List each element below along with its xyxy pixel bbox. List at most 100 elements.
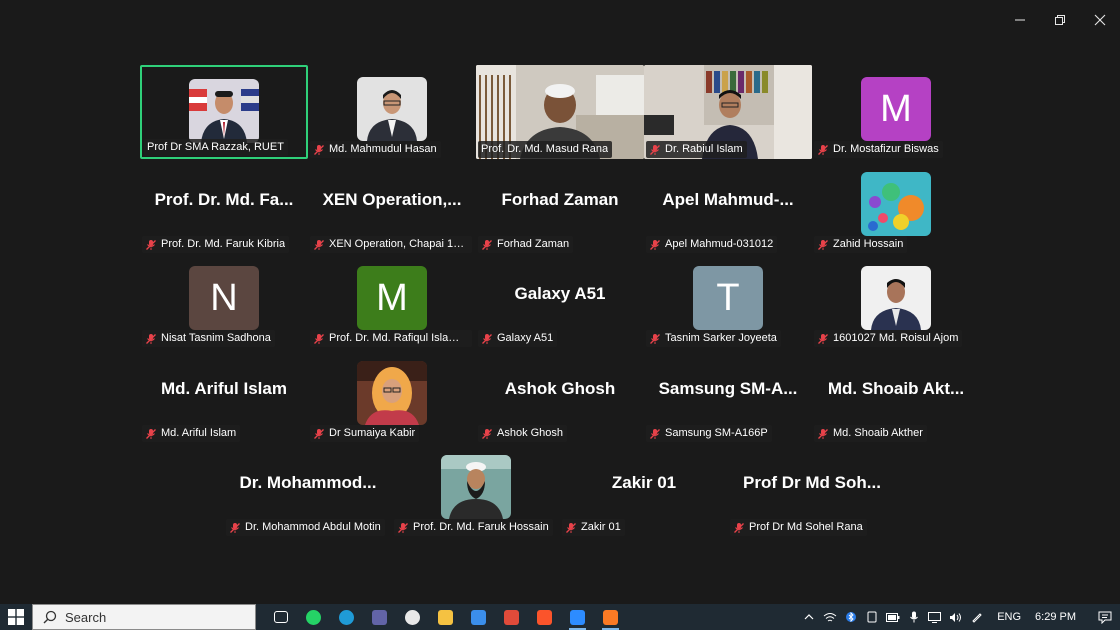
participant-tile-sumaiya[interactable]: Dr Sumaiya Kabir — [308, 349, 476, 443]
participant-tile-samsung[interactable]: Samsung SM-A... Samsung SM-A166P — [644, 349, 812, 443]
participant-tile-roisul[interactable]: 1601027 Md. Roisul Ajom — [812, 254, 980, 348]
participant-name: Md. Shoaib Akther — [833, 427, 923, 439]
participant-display-name: Samsung SM-A... — [658, 379, 798, 398]
participant-name-label: Md. Ariful Islam — [142, 425, 241, 442]
taskbar-app-xampp[interactable] — [594, 604, 627, 630]
muted-mic-icon — [818, 239, 828, 250]
participant-display-name: Apel Mahmud-... — [662, 190, 794, 209]
taskbar-app-brave[interactable] — [528, 604, 561, 630]
participant-name: Apel Mahmud-031012 — [665, 238, 774, 250]
participant-tile-nisat[interactable]: N Nisat Tasnim Sadhona — [140, 254, 308, 348]
minimize-button[interactable] — [1000, 0, 1040, 40]
network-button[interactable] — [924, 604, 945, 630]
participant-tile-zakir[interactable]: Zakir 01 Zakir 01 — [560, 443, 728, 537]
battery-icon — [885, 612, 900, 622]
notifications-button[interactable] — [1090, 604, 1120, 630]
participant-name: Dr. Rabiul Islam — [665, 143, 743, 155]
participant-tile-shoaib[interactable]: Md. Shoaib Akt... Md. Shoaib Akther — [812, 349, 980, 443]
participant-name-label: Prof Dr SMA Razzak, RUET — [144, 139, 288, 156]
taskbar-app-teams[interactable] — [363, 604, 396, 630]
taskbar-app-zoom[interactable] — [561, 604, 594, 630]
participant-tile-forhad[interactable]: Forhad Zaman Forhad Zaman — [476, 160, 644, 254]
windows-taskbar: Search ENG 6:29 PM — [0, 604, 1120, 630]
input-language[interactable]: ENG — [987, 611, 1031, 623]
taskbar-app-task-view[interactable] — [264, 604, 297, 630]
restore-icon — [1055, 15, 1065, 25]
participant-tile-ariful[interactable]: Md. Ariful Islam Md. Ariful Islam — [140, 349, 308, 443]
participant-name-label: Apel Mahmud-031012 — [646, 236, 778, 253]
participant-tile-apel[interactable]: Apel Mahmud-... Apel Mahmud-031012 — [644, 160, 812, 254]
tray-overflow-button[interactable] — [798, 604, 819, 630]
participant-tile-rafiqul[interactable]: M Prof. Dr. Md. Rafiqul Islam S... — [308, 254, 476, 348]
participant-name: Prof Dr SMA Razzak, RUET — [147, 141, 284, 153]
participant-tile-faruk-hossain[interactable]: Prof. Dr. Md. Faruk Hossain — [392, 443, 560, 537]
muted-mic-icon — [314, 428, 324, 439]
system-tray: ENG 6:29 PM — [798, 604, 1120, 630]
windows-logo-icon — [8, 609, 24, 625]
notification-icon — [1098, 611, 1112, 624]
muted-mic-icon — [314, 239, 324, 250]
participant-tile-tasnim[interactable]: T Tasnim Sarker Joyeeta — [644, 254, 812, 348]
profile-photo — [357, 77, 427, 141]
zoom-icon — [570, 609, 585, 625]
pen-icon — [971, 613, 982, 623]
muted-mic-icon — [818, 428, 828, 439]
participant-name-label: Dr Sumaiya Kabir — [310, 425, 420, 442]
participant-name: Ashok Ghosh — [497, 427, 564, 439]
participant-tile-hasan[interactable]: Md. Mahmudul Hasan — [308, 65, 476, 159]
participant-tile-motin[interactable]: Dr. Mohammod... Dr. Mohammod Abdul Motin — [224, 443, 392, 537]
taskbar-app-paint[interactable] — [396, 604, 429, 630]
pen-button[interactable] — [966, 604, 987, 630]
battery-button[interactable] — [882, 604, 903, 630]
device-button[interactable] — [861, 604, 882, 630]
participant-name-label: Prof Dr Md Sohel Rana — [730, 519, 867, 536]
participant-name: Zahid Hossain — [833, 238, 904, 250]
avatar: M — [357, 266, 427, 330]
avatar-initial: T — [716, 276, 740, 319]
participant-name: Prof Dr Md Sohel Rana — [749, 521, 863, 533]
participant-name-label: Forhad Zaman — [478, 236, 574, 253]
participant-display-name: Md. Ariful Islam — [161, 379, 287, 398]
participant-display-name: Prof. Dr. Md. Fa... — [154, 190, 294, 209]
taskbar-app-app-red[interactable] — [495, 604, 528, 630]
bluetooth-button[interactable] — [840, 604, 861, 630]
participant-tile-sohel[interactable]: Prof Dr Md Soh... Prof Dr Md Sohel Rana — [728, 443, 896, 537]
participant-tile-masud[interactable]: Prof. Dr. Md. Masud Rana — [476, 65, 644, 159]
muted-mic-icon — [818, 144, 828, 155]
avatar: T — [693, 266, 763, 330]
muted-mic-icon — [314, 144, 324, 155]
participant-name: Prof. Dr. Md. Faruk Kibria — [161, 238, 286, 250]
volume-button[interactable] — [945, 604, 966, 630]
participant-tile-galaxy[interactable]: Galaxy A51 Galaxy A51 — [476, 254, 644, 348]
brave-icon — [537, 609, 552, 625]
taskbar-app-whatsapp[interactable] — [297, 604, 330, 630]
participant-display-name: Galaxy A51 — [514, 284, 606, 303]
profile-photo — [861, 266, 931, 330]
restore-button[interactable] — [1040, 0, 1080, 40]
file-explorer-icon — [438, 609, 453, 625]
taskbar-app-todo[interactable] — [462, 604, 495, 630]
participant-tile-faruk-kibria[interactable]: Prof. Dr. Md. Fa... Prof. Dr. Md. Faruk K… — [140, 160, 308, 254]
taskbar-app-file-explorer[interactable] — [429, 604, 462, 630]
participant-tile-rabiul[interactable]: Dr. Rabiul Islam — [644, 65, 812, 159]
wifi-button[interactable] — [819, 604, 840, 630]
clock[interactable]: 6:29 PM — [1031, 611, 1090, 623]
start-button[interactable] — [0, 604, 32, 630]
participant-name-label: Dr. Mostafizur Biswas — [814, 141, 943, 158]
teams-icon — [372, 609, 387, 625]
muted-mic-icon — [146, 333, 156, 344]
taskbar-app-edge[interactable] — [330, 604, 363, 630]
participant-tile-mostafizur[interactable]: M Dr. Mostafizur Biswas — [812, 65, 980, 159]
participant-name: Dr. Mostafizur Biswas — [833, 143, 939, 155]
participant-tile-xen[interactable]: XEN Operation,... XEN Operation, Chapai 1… — [308, 160, 476, 254]
muted-mic-icon — [146, 239, 156, 250]
participant-name-label: Tasnim Sarker Joyeeta — [646, 330, 781, 347]
muted-mic-icon — [482, 428, 492, 439]
participant-tile-ashok[interactable]: Ashok Ghosh Ashok Ghosh — [476, 349, 644, 443]
participant-tile-razzak[interactable]: Prof Dr SMA Razzak, RUET — [140, 65, 308, 159]
taskbar-search-box[interactable]: Search — [32, 604, 256, 630]
participant-tile-zahid[interactable]: Zahid Hossain — [812, 160, 980, 254]
paint-icon — [405, 609, 420, 625]
microphone-button[interactable] — [903, 604, 924, 630]
close-button[interactable] — [1080, 0, 1120, 40]
